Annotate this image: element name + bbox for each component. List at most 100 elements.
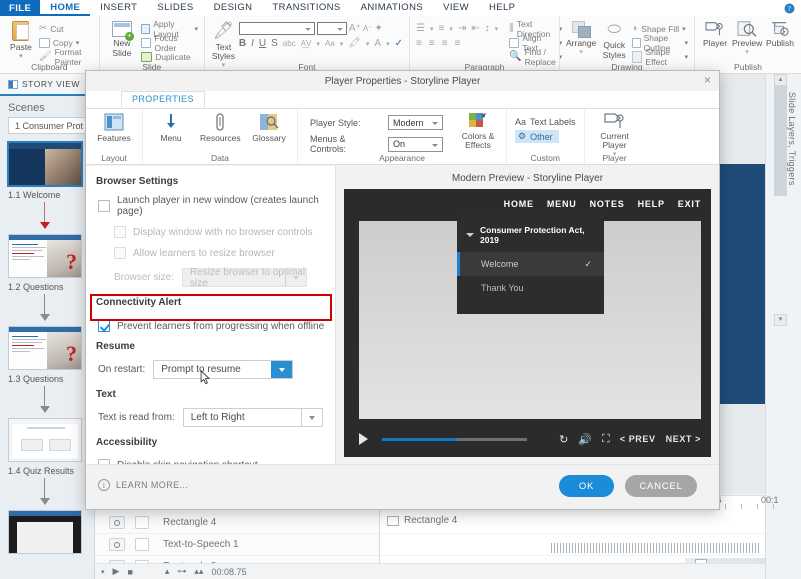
play-icon[interactable] <box>359 433 368 445</box>
prev-button[interactable]: < PREV <box>620 434 656 444</box>
launch-new-window-checkbox-row[interactable]: Launch player in new window (creates lau… <box>86 195 335 226</box>
align-left-icon[interactable]: ≡ <box>416 38 422 49</box>
arrange-button[interactable]: Arrange ▾ <box>566 20 596 57</box>
tab-transitions[interactable]: TRANSITIONS <box>262 0 350 16</box>
italic-icon[interactable]: I <box>251 38 254 49</box>
menu-item-welcome[interactable]: Welcome ✓ <box>457 252 604 276</box>
justify-icon[interactable]: ≡ <box>455 38 461 49</box>
number-chevron-down-icon[interactable]: ▾ <box>449 25 453 33</box>
timeline-stop-button[interactable]: ■ <box>127 567 132 577</box>
slide-thumbnail-2[interactable]: ? <box>0 234 94 278</box>
other-button[interactable]: ⚙ Other <box>515 130 576 143</box>
spacing-chevron-down-icon[interactable]: ▾ <box>316 40 320 48</box>
slide-layers-triggers-label[interactable]: Slide Layers, Triggers <box>787 92 797 186</box>
prevent-offline-checkbox-row[interactable]: Prevent learners from progressing when o… <box>86 316 335 341</box>
timeline-track[interactable] <box>381 556 765 563</box>
close-icon[interactable]: × <box>704 74 711 86</box>
table-row[interactable]: Rectangle 4 <box>95 512 379 534</box>
line-spacing-icon[interactable]: ↕ <box>485 23 490 34</box>
bullet-list-icon[interactable]: ☰ <box>416 23 425 34</box>
rail-scroll-up-button[interactable]: ▴ <box>774 74 787 86</box>
spelling-check-icon[interactable]: ✓ <box>395 38 403 49</box>
disable-skip-nav-checkbox-row[interactable]: Disable skip navigation shortcut <box>86 456 335 464</box>
current-player-button[interactable]: Current Player ▾ <box>593 112 637 158</box>
glossary-button[interactable]: Glossary <box>249 112 289 143</box>
zoom-slider[interactable]: ⊶ <box>177 566 186 577</box>
story-view-button[interactable]: STORY VIEW <box>0 74 94 96</box>
increase-font-size-icon[interactable]: A⁺ <box>349 23 361 34</box>
underline-icon[interactable]: U <box>259 38 266 49</box>
preview-button[interactable]: Preview ▾ <box>732 20 762 57</box>
paste-button[interactable]: Paste ▾ <box>6 20 36 61</box>
bullet-chevron-down-icon[interactable]: ▾ <box>430 25 434 33</box>
numbered-list-icon[interactable]: ≡ <box>438 23 444 34</box>
tab-view[interactable]: VIEW <box>433 0 479 16</box>
launch-new-window-checkbox[interactable] <box>98 200 110 212</box>
color-chevron-down-icon[interactable]: ▾ <box>386 40 390 48</box>
timeline-collapse-icon[interactable]: ▾ <box>101 568 105 576</box>
lock-checkbox[interactable] <box>135 516 149 529</box>
zoom-in-icon[interactable]: ▴▴ <box>194 566 203 577</box>
tab-animations[interactable]: ANIMATIONS <box>351 0 433 16</box>
display-no-controls-checkbox[interactable] <box>114 226 126 238</box>
rail-scroll-down-button[interactable]: ▾ <box>774 314 787 326</box>
volume-icon[interactable]: 🔊 <box>578 433 592 446</box>
table-row[interactable]: Text-to-Speech 1 <box>95 534 379 556</box>
font-color-icon[interactable]: A <box>374 38 381 49</box>
scene-selector[interactable]: 1 Consumer Prot <box>8 117 88 134</box>
lock-checkbox[interactable] <box>135 538 149 551</box>
menus-controls-select[interactable]: On <box>388 136 443 152</box>
quick-styles-button[interactable]: ⬭ Quick Styles <box>599 20 629 61</box>
highlight-chevron-down-icon[interactable]: ▾ <box>366 40 370 48</box>
tab-properties[interactable]: PROPERTIES <box>121 91 205 108</box>
ok-button[interactable]: OK <box>559 475 614 497</box>
learn-more-link[interactable]: i LEARN MORE... <box>98 479 188 491</box>
browser-size-select[interactable]: Resize browser to optimal size <box>182 267 308 289</box>
new-slide-button[interactable]: New Slide <box>106 20 139 59</box>
text-labels-button[interactable]: Aa Text Labels <box>515 117 576 127</box>
menu-title-row[interactable]: Consumer Protection Act, 2019 <box>457 218 604 252</box>
font-size-input[interactable] <box>316 22 347 35</box>
case-chevron-down-icon[interactable]: ▾ <box>340 40 344 48</box>
decrease-indent-icon[interactable]: ⇤ <box>471 23 479 34</box>
tab-insert[interactable]: INSERT <box>90 0 147 16</box>
progress-slider[interactable] <box>382 437 527 441</box>
tab-design[interactable]: DESIGN <box>204 0 263 16</box>
next-button[interactable]: NEXT > <box>666 434 701 444</box>
align-center-icon[interactable]: ≡ <box>429 38 435 49</box>
change-case-icon[interactable]: Aa <box>325 39 335 48</box>
timeline-track[interactable]: Rectangle 4 <box>381 512 765 534</box>
focus-order-button[interactable]: Focus Order <box>141 33 198 53</box>
nav-exit[interactable]: EXIT <box>678 199 701 209</box>
bold-icon[interactable]: B <box>239 38 246 49</box>
nav-help[interactable]: HELP <box>638 199 665 209</box>
align-right-icon[interactable]: ≡ <box>442 38 448 49</box>
features-button[interactable]: Features <box>94 112 134 143</box>
clear-formatting-icon[interactable]: ✦ <box>374 23 382 34</box>
fullscreen-icon[interactable]: ⛶ <box>602 433 610 446</box>
publish-button[interactable]: Publish <box>765 20 795 49</box>
text-read-from-select[interactable]: Left to Right <box>182 408 323 427</box>
colors-effects-button[interactable]: Colors & Effects <box>458 112 498 151</box>
cut-button[interactable]: ✂ Cut <box>39 22 93 35</box>
help-icon[interactable]: ? <box>784 0 801 16</box>
allow-resize-checkbox[interactable] <box>114 247 126 259</box>
rail-scrollbar-thumb[interactable] <box>774 86 787 196</box>
timeline-play-button[interactable]: ▶ <box>113 566 120 577</box>
menu-item-thank-you[interactable]: Thank You <box>457 276 604 300</box>
menu-button[interactable]: Menu <box>151 112 191 143</box>
tab-file[interactable]: FILE <box>0 0 41 16</box>
display-no-controls-checkbox-row[interactable]: Display window with no browser controls <box>86 226 335 247</box>
slide-thumbnail-1[interactable] <box>0 141 94 187</box>
nav-notes[interactable]: NOTES <box>590 199 625 209</box>
resources-button[interactable]: Resources <box>200 112 241 143</box>
timeline-track[interactable] <box>381 534 765 556</box>
slide-thumbnail-3[interactable]: ? <box>0 326 94 370</box>
player-style-select[interactable]: Modern <box>388 115 443 130</box>
nav-menu[interactable]: MENU <box>547 199 577 209</box>
tab-home[interactable]: HOME <box>40 0 91 16</box>
replay-icon[interactable]: ↻ <box>559 433 568 446</box>
eye-icon[interactable] <box>109 516 125 529</box>
eye-icon[interactable] <box>109 538 125 551</box>
strikethrough-icon[interactable]: S <box>271 38 278 49</box>
